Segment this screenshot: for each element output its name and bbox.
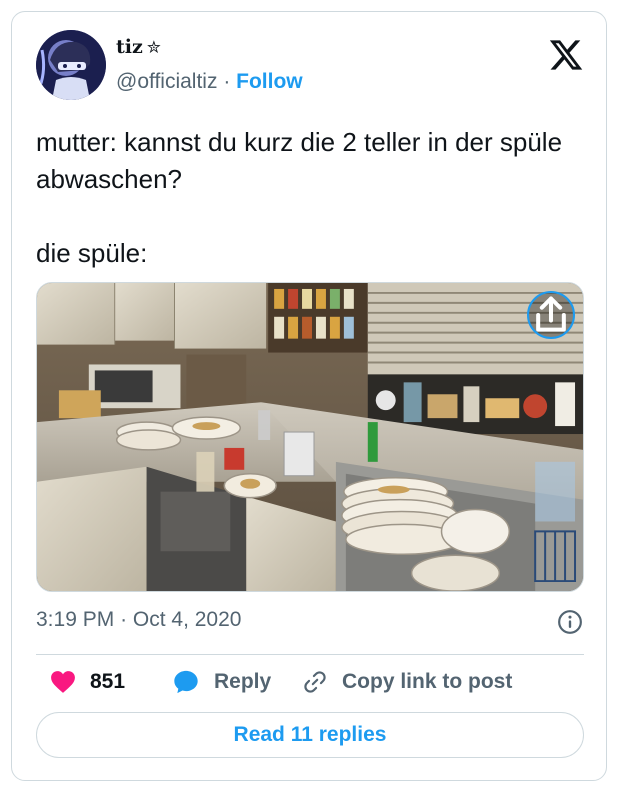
copy-link-label: Copy link to post bbox=[342, 670, 513, 693]
separator-dot: · bbox=[120, 608, 128, 631]
tweet-line: mutter: kannst du kurz die 2 teller in d… bbox=[36, 127, 563, 194]
heart-icon bbox=[51, 671, 75, 693]
tweet-timestamp[interactable]: 3:19 PM · Oct 4, 2020 bbox=[36, 608, 241, 632]
tweet-card: tiz ✮ @officialtiz · Follow mutter: kanns… bbox=[11, 11, 607, 781]
avatar-image bbox=[36, 30, 106, 100]
divider bbox=[36, 654, 584, 655]
author-name-text: tiz bbox=[116, 36, 143, 58]
author-name[interactable]: tiz ✮ bbox=[116, 36, 161, 58]
tweet-date: Oct 4, 2020 bbox=[132, 608, 242, 631]
read-replies-button[interactable]: Read 11 replies bbox=[36, 712, 584, 758]
tweet-time: 3:19 PM bbox=[36, 608, 115, 631]
name-badge-icon: ✮ bbox=[146, 38, 162, 58]
tweet-text: mutter: kannst du kurz die 2 teller in d… bbox=[36, 124, 584, 272]
like-count: 851 bbox=[90, 670, 126, 693]
copy-link-button[interactable]: Copy link to post bbox=[302, 662, 512, 702]
info-icon[interactable] bbox=[557, 609, 583, 635]
like-button[interactable]: 851 bbox=[50, 662, 125, 702]
link-icon bbox=[304, 671, 326, 693]
follow-link[interactable]: Follow bbox=[236, 70, 303, 93]
reply-button[interactable]: Reply bbox=[172, 662, 271, 702]
x-logo-icon[interactable] bbox=[547, 37, 585, 73]
handle-row: @officialtiz · Follow bbox=[116, 70, 303, 94]
kitchen-photo bbox=[37, 283, 583, 591]
share-icon bbox=[536, 296, 566, 332]
share-button[interactable] bbox=[527, 291, 575, 339]
read-replies-label: Read 11 replies bbox=[233, 723, 387, 746]
reply-label: Reply bbox=[214, 670, 272, 693]
avatar[interactable] bbox=[36, 30, 106, 100]
tweet-line: die spüle: bbox=[36, 238, 148, 268]
separator-dot: · bbox=[223, 70, 231, 93]
author-handle[interactable]: @officialtiz bbox=[116, 70, 217, 93]
reply-bubble-icon bbox=[174, 670, 198, 694]
tweet-photo[interactable] bbox=[36, 282, 584, 592]
action-bar: 851 Reply Copy link to post bbox=[36, 662, 584, 702]
